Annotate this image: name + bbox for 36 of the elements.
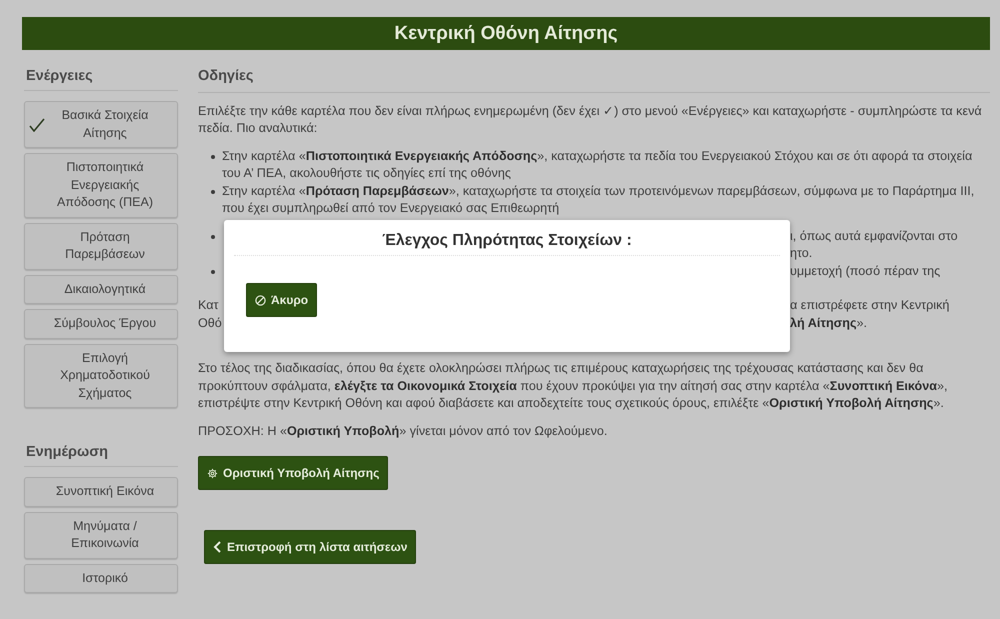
bullet-dot [211,154,215,158]
gear-icon [207,468,218,478]
instructions-text: ΠΡΟΣΟΧΗ: Η «Οριστική Υποβολή» γίνεται μόνον από τον Ωφελούμενο. [198,422,608,440]
back-button[interactable]: Επιστροφή στη λίστα αιτήσεων [204,530,416,564]
text-fragment: α επιστρέφετε στην Κεντρική [790,297,950,314]
cancel-button[interactable]: Άκυρο [246,283,318,317]
chevron-left-icon [213,541,222,553]
menu-button[interactable]: Σύμβουλος Έργου [24,309,178,338]
text-fragment: λή Αίτησης». [790,314,868,332]
text-fragment: ι, όπως αυτά εμφανίζονται στο [790,228,959,245]
page-title: Κεντρική Οθόνη Αίτησης [22,17,990,50]
text-fragment: ητο. [790,245,814,262]
menu-button[interactable]: Δικαιολογητικά [24,274,178,304]
dialog-title: Έλεγχος Πληρότητας Στοιχείων : [234,232,780,256]
menu-button[interactable]: Συνοπτική Εικόνα [24,477,178,506]
menu-button[interactable]: Πρόταση Παρεμβάσεων [24,222,178,270]
menu-button[interactable]: Επιλογή Χρηματοδοτικού Σχήματος [24,344,178,408]
bullet-dot [211,270,215,274]
instructions-text: Στο τέλος της διαδικασίας, όπου θα έχετε ολοκληρώσει πλήρως τις επιμέρους καταχωρήσεις της τρέχουσας κατάστασης και δεν θα προκύπτουν σφάλματα, ελέγξτε τα Οικονομικά Στοιχεία που έχουν προκύψει για την αίτησή σας στην καρτέλα «Συνοπτική Εικόνα», επιστρέψτε στην Κεντρική Οθόνη και αφού διαβάσετε και αποδεχτείτε τους σχετικούς όρους, επιλέξτε «Οριστική Υποβολή Αίτησης». [198,360,948,412]
menu-button[interactable]: Πιστοποιητικά Ενεργειακής Απόδοσης (ΠΕΑ) [24,153,178,218]
instruction-item: Στην καρτέλα «Πρόταση Παρεμβάσεων», καταχωρήστε τα στοιχεία των προτεινόμενων παρεμβάσεων, σύμφωνα με το Παράρτημα ΙΙΙ, που έχει συμπληρωθεί από τον Ενεργειακό σας Επιθεωρητή [222,182,976,217]
submit-button[interactable]: Οριστική Υποβολή Αίτησης [198,456,388,490]
text-fragment: υμμετοχή (ποσό πέραν της [790,262,942,280]
instruction-item: Στην καρτέλα «Πιστοποιητικά Ενεργειακής Απόδοσης», καταχωρήστε τα πεδία του Ενεργειακού Στόχου και σε ότι αφορά τα στοιχεία του Α’ ΠΕΑ, ακολουθήστε τις οδηγίες επί της οθόνης [222,148,974,182]
menu-button[interactable]: Μηνύματα / Επικοινωνία [24,512,178,558]
instructions-text: Επιλέξτε την κάθε καρτέλα που δεν είναι πλήρως ενημερωμένη (δεν έχει ✓) στο μενού «Ενέργειες» και καταχωρήστε - συμπληρώστε τα κενά πεδία. Πιο αναλυτικά: [198,102,983,137]
bullet-dot [211,234,215,238]
menu-button[interactable]: Βασικά Στοιχεία Αίτησης [24,101,178,148]
bullet-dot [211,190,215,194]
menu-button[interactable]: Ιστορικό [24,564,178,593]
section-heading: Ενημέρωση [24,444,178,467]
ban-icon [255,294,266,306]
text-fragment: Κατ [198,297,220,314]
text-fragment: Οθό [198,314,223,332]
section-heading: Οδηγίες [198,68,990,92]
section-heading: Ενέργειες [24,68,178,91]
